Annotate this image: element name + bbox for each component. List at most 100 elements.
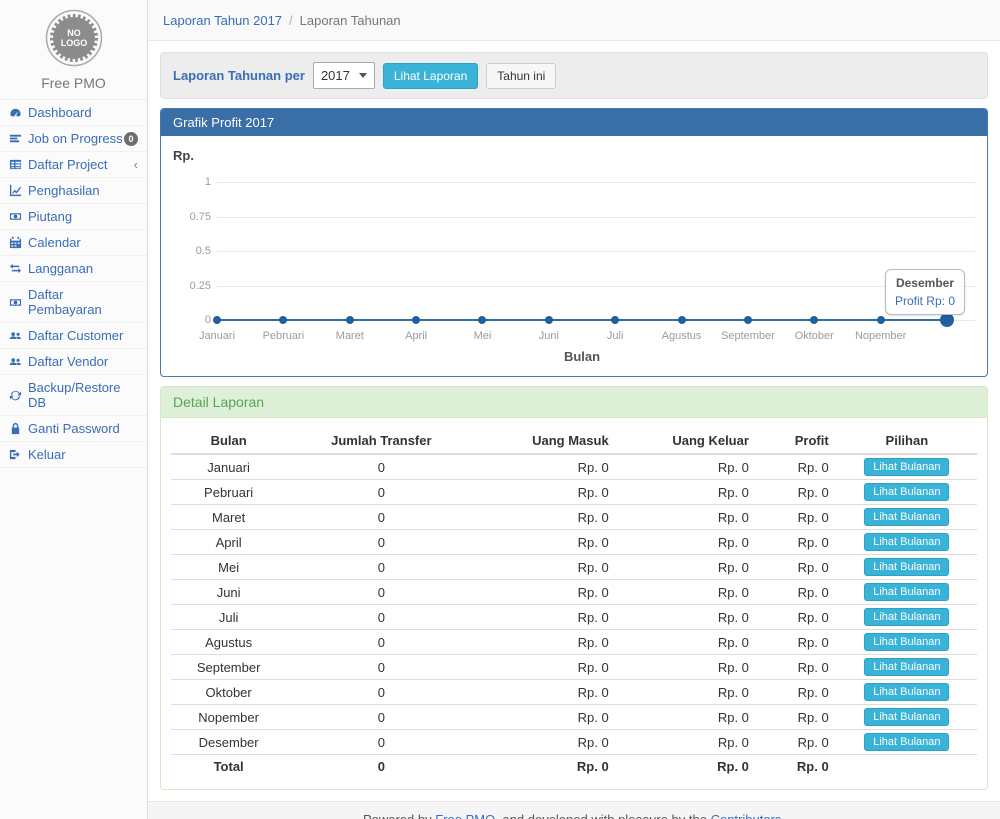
sidebar-item-label: Job on Progress (28, 131, 123, 146)
view-monthly-button[interactable]: Lihat Bulanan (864, 708, 949, 726)
lock-icon (9, 422, 22, 435)
sidebar-item-label: Calendar (28, 235, 81, 250)
breadcrumb-link[interactable]: Laporan Tahun 2017 (163, 13, 282, 28)
app-logo: NO LOGO (0, 0, 147, 75)
view-monthly-button[interactable]: Lihat Bulanan (864, 733, 949, 751)
cell-pilihan: Lihat Bulanan (837, 505, 977, 530)
sidebar-item-job-on-progress[interactable]: Job on Progress0 (0, 126, 147, 152)
sidebar-item-label: Piutang (28, 209, 72, 224)
data-point-oktober[interactable] (810, 316, 818, 324)
cell-uang-keluar: Rp. 0 (617, 755, 757, 779)
x-tick-label: Oktober (795, 330, 834, 342)
cell-uang-keluar: Rp. 0 (617, 630, 757, 655)
data-point-april[interactable] (412, 316, 420, 324)
cell-profit: Rp. 0 (757, 730, 837, 755)
view-monthly-button[interactable]: Lihat Bulanan (864, 658, 949, 676)
cell-profit: Rp. 0 (757, 755, 837, 779)
cell-uang-masuk: Rp. 0 (476, 730, 616, 755)
cell-pilihan: Lihat Bulanan (837, 630, 977, 655)
footer-link-freepmo[interactable]: Free PMO (435, 812, 495, 819)
view-monthly-button[interactable]: Lihat Bulanan (864, 483, 949, 501)
sidebar-item-langganan[interactable]: Langganan (0, 256, 147, 282)
chart-x-axis-label: Bulan (217, 349, 947, 364)
view-monthly-button[interactable]: Lihat Bulanan (864, 558, 949, 576)
cell-profit: Rp. 0 (757, 655, 837, 680)
footer-text-middle: , and developed with pleasure by the (495, 812, 710, 819)
tooltip-value: Profit Rp: 0 (895, 294, 955, 308)
sidebar-item-daftar-customer[interactable]: Daftar Customer (0, 323, 147, 349)
x-tick-label: Maret (336, 330, 364, 342)
this-year-button[interactable]: Tahun ini (486, 63, 556, 89)
cell-pilihan: Lihat Bulanan (837, 480, 977, 505)
sidebar-item-ganti-password[interactable]: Ganti Password (0, 416, 147, 442)
x-tick-label: Pebruari (263, 330, 305, 342)
cell-pilihan (837, 755, 977, 779)
cell-bulan: Maret (171, 505, 286, 530)
data-point-september[interactable] (744, 316, 752, 324)
sidebar-item-keluar[interactable]: Keluar (0, 442, 147, 468)
view-monthly-button[interactable]: Lihat Bulanan (864, 508, 949, 526)
cell-bulan: Pebruari (171, 480, 286, 505)
table-row: Maret0Rp. 0Rp. 0Rp. 0Lihat Bulanan (171, 505, 977, 530)
view-monthly-button[interactable]: Lihat Bulanan (864, 458, 949, 476)
sidebar-item-dashboard[interactable]: Dashboard (0, 100, 147, 126)
data-point-nopember[interactable] (877, 316, 885, 324)
data-point-agustus[interactable] (678, 316, 686, 324)
view-monthly-button[interactable]: Lihat Bulanan (864, 608, 949, 626)
chart-series (217, 182, 947, 320)
svg-text:LOGO: LOGO (60, 38, 87, 48)
sidebar-item-daftar-pembayaran[interactable]: Daftar Pembayaran (0, 282, 147, 323)
cell-profit: Rp. 0 (757, 505, 837, 530)
detail-panel-title: Detail Laporan (161, 387, 987, 418)
breadcrumb-separator: / (289, 13, 293, 28)
data-point-juni[interactable] (545, 316, 553, 324)
footer-link-contributors[interactable]: Contributors (711, 812, 782, 819)
sidebar-item-label: Backup/Restore DB (28, 380, 138, 410)
cell-pilihan: Lihat Bulanan (837, 555, 977, 580)
footer-text-suffix: . (781, 812, 785, 819)
cell-uang-masuk: Rp. 0 (476, 555, 616, 580)
chart-panel-title: Grafik Profit 2017 (161, 109, 987, 136)
users-icon (9, 355, 22, 368)
cell-uang-masuk: Rp. 0 (476, 605, 616, 630)
cell-pilihan: Lihat Bulanan (837, 454, 977, 480)
cell-jumlah-transfer: 0 (286, 480, 476, 505)
cell-jumlah-transfer: 0 (286, 730, 476, 755)
view-monthly-button[interactable]: Lihat Bulanan (864, 633, 949, 651)
money-icon (9, 210, 22, 223)
cell-jumlah-transfer: 0 (286, 605, 476, 630)
cell-pilihan: Lihat Bulanan (837, 580, 977, 605)
y-tick-label: 1 (169, 176, 211, 188)
data-point-januari[interactable] (213, 316, 221, 324)
table-total-row: Total0Rp. 0Rp. 0Rp. 0 (171, 755, 977, 779)
sidebar-item-daftar-project[interactable]: Daftar Project‹ (0, 152, 147, 178)
data-point-maret[interactable] (346, 316, 354, 324)
chevron-left-icon: ‹ (134, 158, 138, 171)
data-point-desember[interactable] (940, 313, 954, 327)
year-select[interactable]: 2017 (313, 62, 375, 89)
cell-jumlah-transfer: 0 (286, 530, 476, 555)
cell-uang-masuk: Rp. 0 (476, 530, 616, 555)
sidebar-item-daftar-vendor[interactable]: Daftar Vendor (0, 349, 147, 375)
content: Laporan Tahunan per 2017 Lihat Laporan T… (148, 41, 1000, 790)
cell-bulan: Agustus (171, 630, 286, 655)
data-point-mei[interactable] (478, 316, 486, 324)
cell-uang-keluar: Rp. 0 (617, 480, 757, 505)
cell-uang-keluar: Rp. 0 (617, 705, 757, 730)
cell-jumlah-transfer: 0 (286, 705, 476, 730)
sidebar-item-penghasilan[interactable]: Penghasilan (0, 178, 147, 204)
cell-bulan: Juni (171, 580, 286, 605)
sidebar-item-backup-restore-db[interactable]: Backup/Restore DB (0, 375, 147, 416)
data-point-juli[interactable] (611, 316, 619, 324)
dashboard-icon (9, 106, 22, 119)
data-point-pebruari[interactable] (279, 316, 287, 324)
cell-profit: Rp. 0 (757, 580, 837, 605)
sidebar-item-piutang[interactable]: Piutang (0, 204, 147, 230)
view-monthly-button[interactable]: Lihat Bulanan (864, 683, 949, 701)
sidebar-item-calendar[interactable]: Calendar (0, 230, 147, 256)
view-monthly-button[interactable]: Lihat Bulanan (864, 583, 949, 601)
view-report-button[interactable]: Lihat Laporan (383, 63, 478, 89)
cell-uang-keluar: Rp. 0 (617, 655, 757, 680)
view-monthly-button[interactable]: Lihat Bulanan (864, 533, 949, 551)
cell-bulan: Januari (171, 454, 286, 480)
